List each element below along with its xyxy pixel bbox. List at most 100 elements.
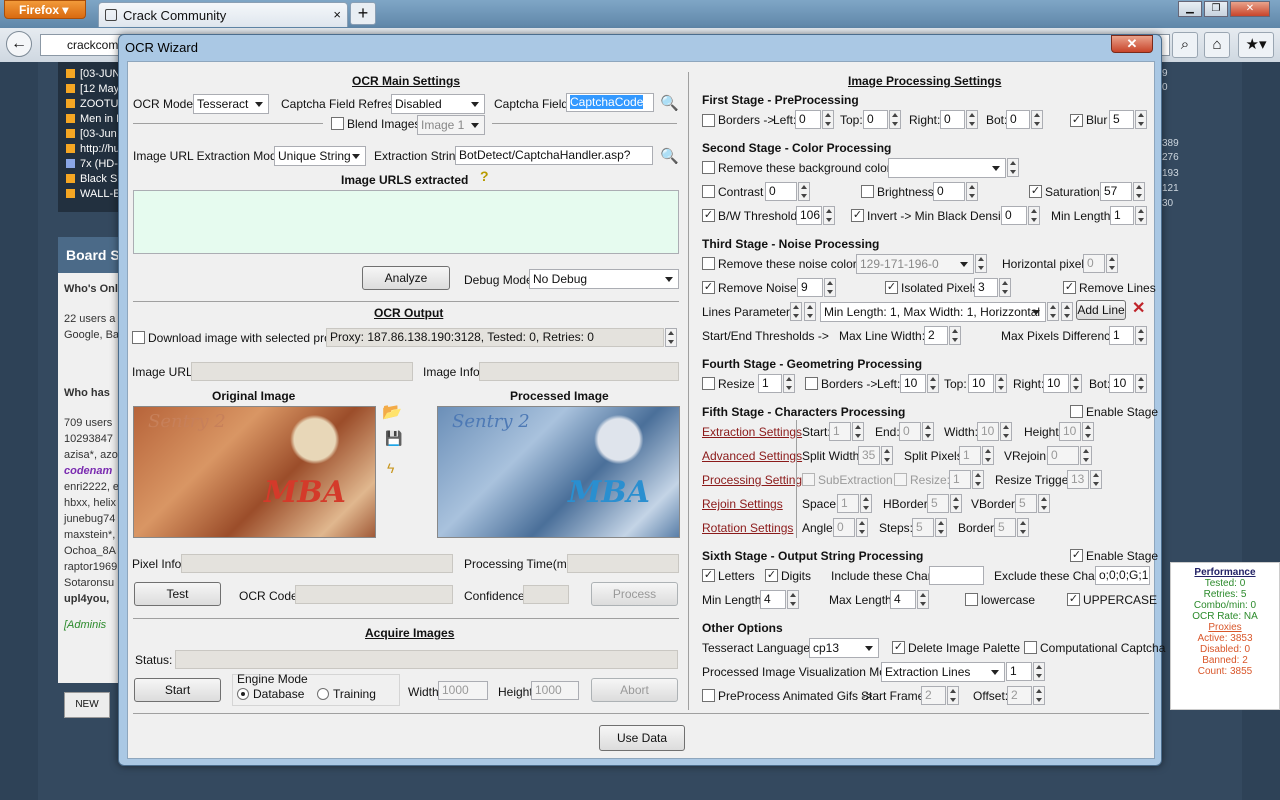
resize-input[interactable]: 1	[758, 374, 782, 393]
database-radio[interactable]	[237, 688, 249, 700]
enable-stage6-checkbox[interactable]: ✓	[1070, 549, 1083, 562]
extraction-string-input[interactable]: BotDetect/CaptchaHandler.asp?	[455, 146, 653, 165]
remove-noise-colors-checkbox[interactable]	[702, 257, 715, 270]
contrast-checkbox[interactable]	[702, 185, 715, 198]
vborder-input[interactable]: 5	[1015, 494, 1037, 513]
contrast-spinner[interactable]	[798, 182, 810, 201]
include-chars-input[interactable]	[929, 566, 984, 585]
start-frame-input[interactable]: 2	[921, 686, 946, 705]
brightness-input[interactable]: 0	[933, 182, 965, 201]
captcha-field-input[interactable]: CaptchaCode	[566, 93, 654, 112]
save-icon[interactable]: 💾	[385, 430, 402, 447]
isolated-pixels-input[interactable]: 3	[974, 278, 998, 297]
resize5-checkbox[interactable]	[894, 473, 907, 486]
bot-spinner[interactable]	[1031, 110, 1043, 129]
max-line-width-input[interactable]: 2	[924, 326, 948, 345]
list-item[interactable]: Men in E	[66, 113, 123, 125]
border-input[interactable]: 5	[994, 518, 1016, 537]
animated-gifs-checkbox[interactable]	[702, 689, 715, 702]
bot2-input[interactable]: 10	[1109, 374, 1134, 393]
download-proxy-checkbox[interactable]	[132, 331, 145, 344]
exclude-chars-input[interactable]: o;0;0;G;1;	[1095, 566, 1150, 585]
top2-spinner[interactable]	[995, 374, 1007, 393]
left2-input[interactable]: 10	[900, 374, 926, 393]
border-spinner[interactable]	[1017, 518, 1029, 537]
hborder-spinner[interactable]	[950, 494, 962, 513]
bot2-spinner[interactable]	[1135, 374, 1147, 393]
lines-spinner-d[interactable]	[1061, 302, 1073, 321]
resize5-input[interactable]: 1	[949, 470, 971, 489]
visualization-value-input[interactable]: 1	[1006, 662, 1032, 681]
saturation-spinner[interactable]	[1133, 182, 1145, 201]
width5-spinner[interactable]	[1000, 422, 1012, 441]
letters-checkbox[interactable]: ✓	[702, 569, 715, 582]
analyze-button[interactable]: Analyze	[362, 266, 450, 290]
list-item[interactable]: ZOOTU	[66, 98, 119, 110]
delete-line-icon[interactable]: ✕	[1132, 298, 1145, 318]
horizontal-pixels-spinner[interactable]	[1106, 254, 1118, 273]
noise-colors-select[interactable]: 129-171-196-0	[856, 254, 974, 274]
min-length-spinner[interactable]	[1135, 206, 1147, 225]
list-item[interactable]: WALL-E	[66, 188, 121, 200]
right2-input[interactable]: 10	[1043, 374, 1069, 393]
wand-icon[interactable]: 🔍	[660, 147, 679, 165]
split-pixels-spinner[interactable]	[982, 446, 994, 465]
min-black-density-input[interactable]: 0	[1001, 206, 1027, 225]
split-width-input[interactable]: 35	[858, 446, 880, 465]
visualization-spinner[interactable]	[1033, 662, 1045, 681]
blend-images-checkbox[interactable]	[331, 117, 344, 130]
horizontal-pixels-input[interactable]: 0	[1083, 254, 1105, 273]
max-pixels-diff-input[interactable]: 1	[1109, 326, 1134, 345]
back-icon[interactable]: ←	[6, 31, 32, 57]
search-icon[interactable]: ⌕	[1172, 32, 1198, 58]
start-button[interactable]: Start	[134, 678, 221, 702]
browser-tab[interactable]: Crack Community ×	[98, 2, 348, 27]
angle-input[interactable]: 0	[833, 518, 855, 537]
lines-spinner-a[interactable]	[790, 302, 802, 321]
end-input[interactable]: 0	[899, 422, 921, 441]
window-close-button[interactable]: ✕	[1230, 1, 1270, 17]
rotation-settings-link[interactable]: Rotation Settings	[702, 521, 793, 535]
offset-spinner[interactable]	[1033, 686, 1045, 705]
rejoin-settings-link[interactable]: Rejoin Settings	[702, 497, 783, 511]
split-width-spinner[interactable]	[881, 446, 893, 465]
list-item[interactable]: [03-JUN	[66, 68, 120, 80]
start-spinner[interactable]	[852, 422, 864, 441]
bg-colors-spinner[interactable]	[1007, 158, 1019, 177]
list-item[interactable]: [12 May	[66, 83, 119, 95]
brightness-checkbox[interactable]	[861, 185, 874, 198]
width5-input[interactable]: 10	[977, 422, 999, 441]
bg-colors-select[interactable]	[888, 158, 1006, 178]
noise-colors-spinner[interactable]	[975, 254, 987, 273]
list-item[interactable]: [03-Jun	[66, 128, 117, 140]
left-input[interactable]: 0	[795, 110, 821, 129]
open-folder-icon[interactable]: 📂	[382, 402, 402, 422]
proxy-spinner[interactable]	[665, 328, 677, 347]
computational-captcha-checkbox[interactable]	[1024, 641, 1037, 654]
blur-input[interactable]: 5	[1109, 110, 1134, 129]
min-length-input[interactable]: 1	[1110, 206, 1134, 225]
right-input[interactable]: 0	[940, 110, 965, 129]
space-input[interactable]: 1	[837, 494, 859, 513]
hborder-input[interactable]: 5	[927, 494, 949, 513]
min-length6-spinner[interactable]	[787, 590, 799, 609]
new-tab-button[interactable]: +	[350, 2, 376, 25]
url-mode-select[interactable]: Unique String	[274, 146, 366, 166]
debug-mode-select[interactable]: No Debug	[529, 269, 679, 289]
uppercase-checkbox[interactable]: ✓	[1067, 593, 1080, 606]
bw-threshold-checkbox[interactable]: ✓	[702, 209, 715, 222]
blur-spinner[interactable]	[1135, 110, 1147, 129]
help-icon[interactable]: ?	[480, 168, 489, 184]
minimize-button[interactable]: ▁	[1178, 1, 1202, 17]
lines-parameters-select[interactable]: Min Length: 1, Max Width: 1, Horizzontal	[820, 302, 1046, 322]
bot-input[interactable]: 0	[1006, 110, 1030, 129]
top2-input[interactable]: 10	[968, 374, 994, 393]
max-length-input[interactable]: 4	[890, 590, 916, 609]
bw-threshold-input[interactable]: 106	[796, 206, 822, 225]
abort-button[interactable]: Abort	[591, 678, 678, 702]
isolated-pixels-checkbox[interactable]: ✓	[885, 281, 898, 294]
resize-trigger-spinner[interactable]	[1090, 470, 1102, 489]
resize-spinner[interactable]	[783, 374, 795, 393]
brightness-spinner[interactable]	[966, 182, 978, 201]
enable-stage5-checkbox[interactable]	[1070, 405, 1083, 418]
